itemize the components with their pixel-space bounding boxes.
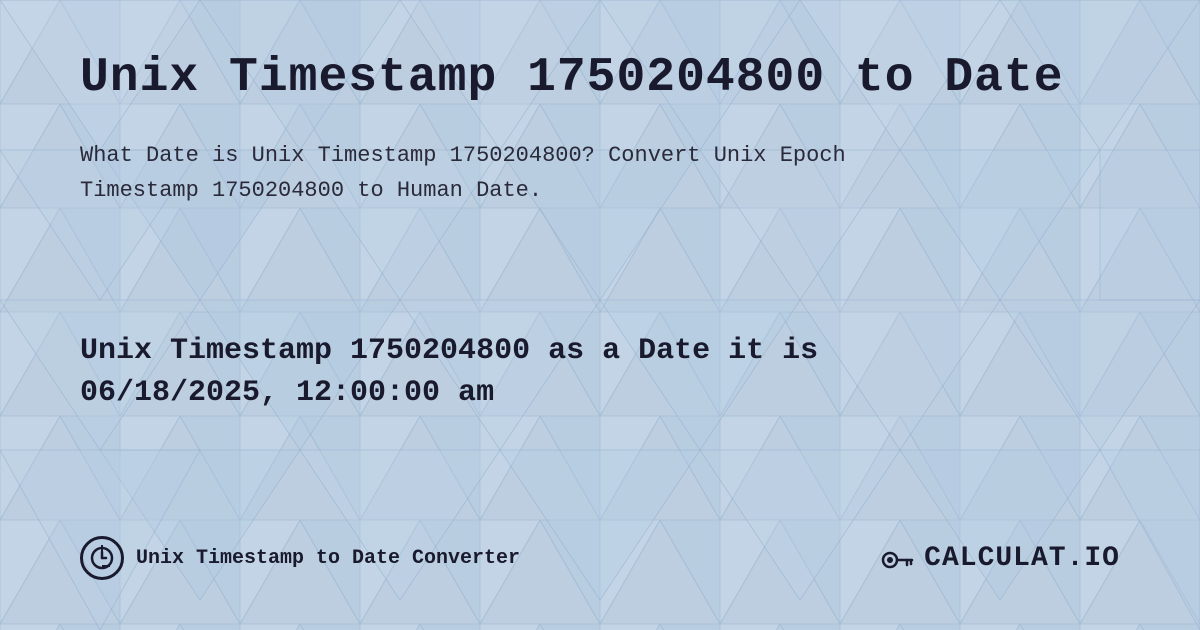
description-line2: Timestamp 1750204800 to Human Date. [80, 178, 542, 203]
footer-left: Unix Timestamp to Date Converter [80, 536, 520, 580]
clock-icon [80, 536, 124, 580]
result-line1: Unix Timestamp 1750204800 as a Date it i… [80, 334, 818, 368]
logo-text: CALCULAT.IO [924, 543, 1120, 574]
description-line1: What Date is Unix Timestamp 1750204800? … [80, 143, 846, 168]
logo-area: CALCULAT.IO [880, 540, 1120, 576]
result-text: Unix Timestamp 1750204800 as a Date it i… [80, 330, 818, 414]
page-title: Unix Timestamp 1750204800 to Date [80, 50, 1120, 108]
logo-icon [880, 540, 916, 576]
footer-label: Unix Timestamp to Date Converter [136, 547, 520, 570]
footer: Unix Timestamp to Date Converter CALCULA… [80, 516, 1120, 580]
description: What Date is Unix Timestamp 1750204800? … [80, 138, 980, 208]
result-line2: 06/18/2025, 12:00:00 am [80, 376, 494, 410]
result-section: Unix Timestamp 1750204800 as a Date it i… [80, 330, 818, 414]
